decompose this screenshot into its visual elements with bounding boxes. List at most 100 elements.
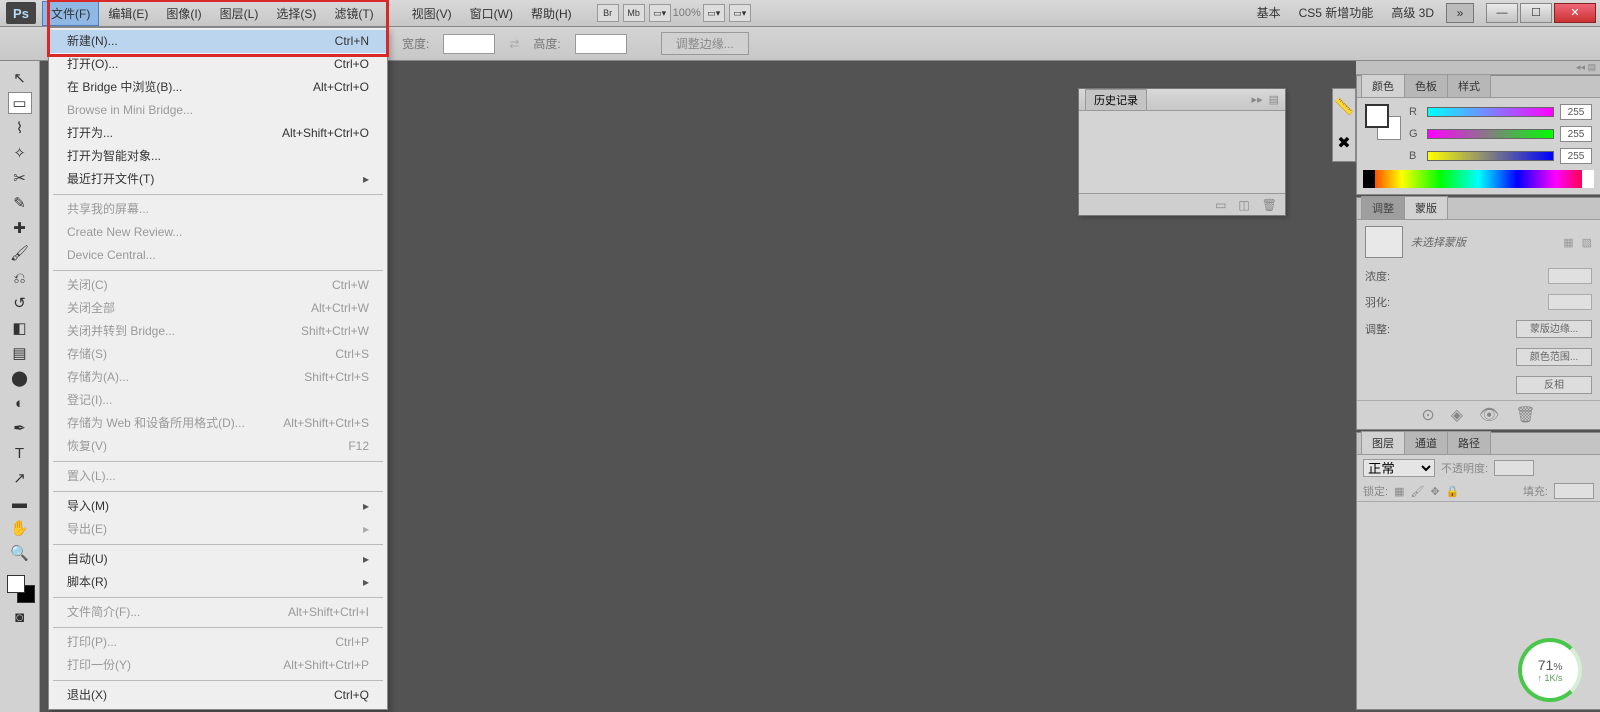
maximize-button[interactable]: ☐ — [1520, 3, 1552, 23]
menu-filter[interactable]: 滤镜(T) — [325, 1, 382, 26]
menu-item[interactable]: 退出(X)Ctrl+Q — [49, 684, 387, 707]
r-value[interactable]: 255 — [1560, 104, 1592, 120]
minimize-button[interactable]: — — [1486, 3, 1518, 23]
menu-image[interactable]: 图像(I) — [157, 1, 210, 26]
foreground-color-swatch[interactable] — [7, 575, 25, 593]
history-delete-icon[interactable]: 🗑 — [1262, 198, 1277, 212]
b-slider[interactable] — [1427, 151, 1554, 161]
lock-transparency-icon[interactable]: ▦ — [1394, 485, 1404, 498]
disable-mask-icon[interactable]: 👁 — [1479, 405, 1499, 425]
g-value[interactable]: 255 — [1560, 126, 1592, 142]
pixel-mask-icon[interactable]: ▦ — [1563, 236, 1573, 249]
lock-all-icon[interactable]: 🔒 — [1446, 485, 1460, 498]
color-range-button[interactable]: 颜色范围... — [1516, 348, 1592, 366]
marquee-tool-icon[interactable]: ▭ — [8, 92, 32, 114]
menu-item[interactable]: 新建(N)...Ctrl+N — [49, 30, 387, 53]
ruler-icon[interactable]: 📏 — [1334, 97, 1354, 117]
vector-mask-icon[interactable]: ▧ — [1582, 236, 1592, 249]
menu-layer[interactable]: 图层(L) — [211, 1, 268, 26]
expand-workspaces-icon[interactable]: » — [1446, 3, 1474, 23]
refine-edge-button[interactable]: 调整边缘... — [661, 32, 749, 55]
blend-mode-select[interactable]: 正常 — [1363, 459, 1435, 477]
density-value[interactable] — [1548, 268, 1592, 284]
color-spectrum[interactable] — [1363, 170, 1594, 188]
panel-collapse-bar[interactable]: ◂◂ ▤ — [1356, 61, 1600, 75]
shape-tool-icon[interactable]: ▬ — [8, 492, 32, 514]
invert-button[interactable]: 反相 — [1516, 376, 1592, 394]
tab-masks[interactable]: 蒙版 — [1404, 196, 1448, 219]
history-panel[interactable]: 历史记录 ▸▸ ▤ ▭ ◫ 🗑 — [1078, 88, 1286, 216]
tab-color[interactable]: 颜色 — [1361, 74, 1405, 97]
path-tool-icon[interactable]: ↗ — [8, 467, 32, 489]
eyedropper-tool-icon[interactable]: ✎ — [8, 192, 32, 214]
zoom-display[interactable]: 100% — [673, 7, 701, 19]
stamp-tool-icon[interactable]: ⎌ — [8, 267, 32, 289]
delete-mask-icon[interactable]: 🗑 — [1515, 405, 1535, 425]
menu-item[interactable]: 脚本(R) — [49, 571, 387, 594]
color-swatches[interactable] — [5, 575, 35, 603]
apply-mask-icon[interactable]: ◈ — [1451, 405, 1463, 425]
healing-tool-icon[interactable]: ✚ — [8, 217, 32, 239]
history-brush-tool-icon[interactable]: ↺ — [8, 292, 32, 314]
menu-item[interactable]: 打开(O)...Ctrl+O — [49, 53, 387, 76]
dodge-tool-icon[interactable]: ◐ — [8, 392, 32, 414]
menu-view[interactable]: 视图(V) — [403, 1, 461, 26]
history-new-doc-icon[interactable]: ▭ — [1215, 198, 1226, 212]
menu-select[interactable]: 选择(S) — [267, 1, 325, 26]
type-tool-icon[interactable]: T — [8, 442, 32, 464]
bridge-icon[interactable]: Br — [597, 4, 619, 22]
load-selection-icon[interactable]: ⊙ — [1421, 405, 1434, 425]
opacity-value[interactable] — [1494, 460, 1534, 476]
mb-icon[interactable]: Mb — [623, 4, 645, 22]
tools-icon[interactable]: ✖ — [1337, 133, 1350, 153]
blur-tool-icon[interactable]: ⬤ — [8, 367, 32, 389]
menu-edit[interactable]: 编辑(E) — [99, 1, 157, 26]
feather-value[interactable] — [1548, 294, 1592, 310]
lasso-tool-icon[interactable]: ⌇ — [8, 117, 32, 139]
dock-strip[interactable]: 📏 ✖ — [1332, 88, 1356, 162]
brush-tool-icon[interactable]: 🖌 — [8, 242, 32, 264]
menu-window[interactable]: 窗口(W) — [461, 1, 522, 26]
panel-menu-icon[interactable]: ▤ — [1269, 93, 1279, 106]
tab-channels[interactable]: 通道 — [1404, 431, 1448, 454]
workspace-basic[interactable]: 基本 — [1251, 2, 1287, 23]
lock-image-icon[interactable]: 🖌 — [1410, 485, 1424, 498]
arrange-icon[interactable]: ▭▾ — [703, 4, 725, 22]
fill-value[interactable] — [1554, 483, 1594, 499]
move-tool-icon[interactable]: ↖ — [8, 67, 32, 89]
menu-file[interactable]: 文件(F) — [42, 1, 99, 26]
r-slider[interactable] — [1427, 107, 1554, 117]
pen-tool-icon[interactable]: ✒ — [8, 417, 32, 439]
lock-position-icon[interactable]: ✥ — [1430, 485, 1439, 498]
tab-paths[interactable]: 路径 — [1447, 431, 1491, 454]
tab-styles[interactable]: 样式 — [1447, 74, 1491, 97]
color-swatch-pair[interactable] — [1365, 104, 1401, 140]
history-snapshot-icon[interactable]: ◫ — [1238, 198, 1249, 212]
b-value[interactable]: 255 — [1560, 148, 1592, 164]
mask-edge-button[interactable]: 蒙版边缘... — [1516, 320, 1592, 338]
gradient-tool-icon[interactable]: ▤ — [8, 342, 32, 364]
menu-item[interactable]: 打开为智能对象... — [49, 145, 387, 168]
zoom-tool-icon[interactable]: 🔍 — [8, 542, 32, 564]
width-input[interactable] — [443, 34, 495, 54]
close-button[interactable]: ✕ — [1554, 3, 1596, 23]
menu-item[interactable]: 打开为...Alt+Shift+Ctrl+O — [49, 122, 387, 145]
g-slider[interactable] — [1427, 129, 1554, 139]
eraser-tool-icon[interactable]: ◧ — [8, 317, 32, 339]
quickmask-tool-icon[interactable]: ◙ — [8, 606, 32, 628]
menu-item[interactable]: 最近打开文件(T) — [49, 168, 387, 191]
height-input[interactable] — [575, 34, 627, 54]
screen-mode-icon[interactable]: ▭▾ — [649, 4, 671, 22]
menu-help[interactable]: 帮助(H) — [522, 1, 581, 26]
wand-tool-icon[interactable]: ✧ — [8, 142, 32, 164]
tab-swatches[interactable]: 色板 — [1404, 74, 1448, 97]
menu-item[interactable]: 自动(U) — [49, 548, 387, 571]
menu-item[interactable]: 在 Bridge 中浏览(B)...Alt+Ctrl+O — [49, 76, 387, 99]
screen-icon[interactable]: ▭▾ — [729, 4, 751, 22]
crop-tool-icon[interactable]: ✂ — [8, 167, 32, 189]
history-tab[interactable]: 历史记录 — [1085, 89, 1147, 111]
tab-adjustments[interactable]: 调整 — [1361, 196, 1405, 219]
hand-tool-icon[interactable]: ✋ — [8, 517, 32, 539]
workspace-3d[interactable]: 高级 3D — [1385, 2, 1440, 23]
menu-item[interactable]: 导入(M) — [49, 495, 387, 518]
